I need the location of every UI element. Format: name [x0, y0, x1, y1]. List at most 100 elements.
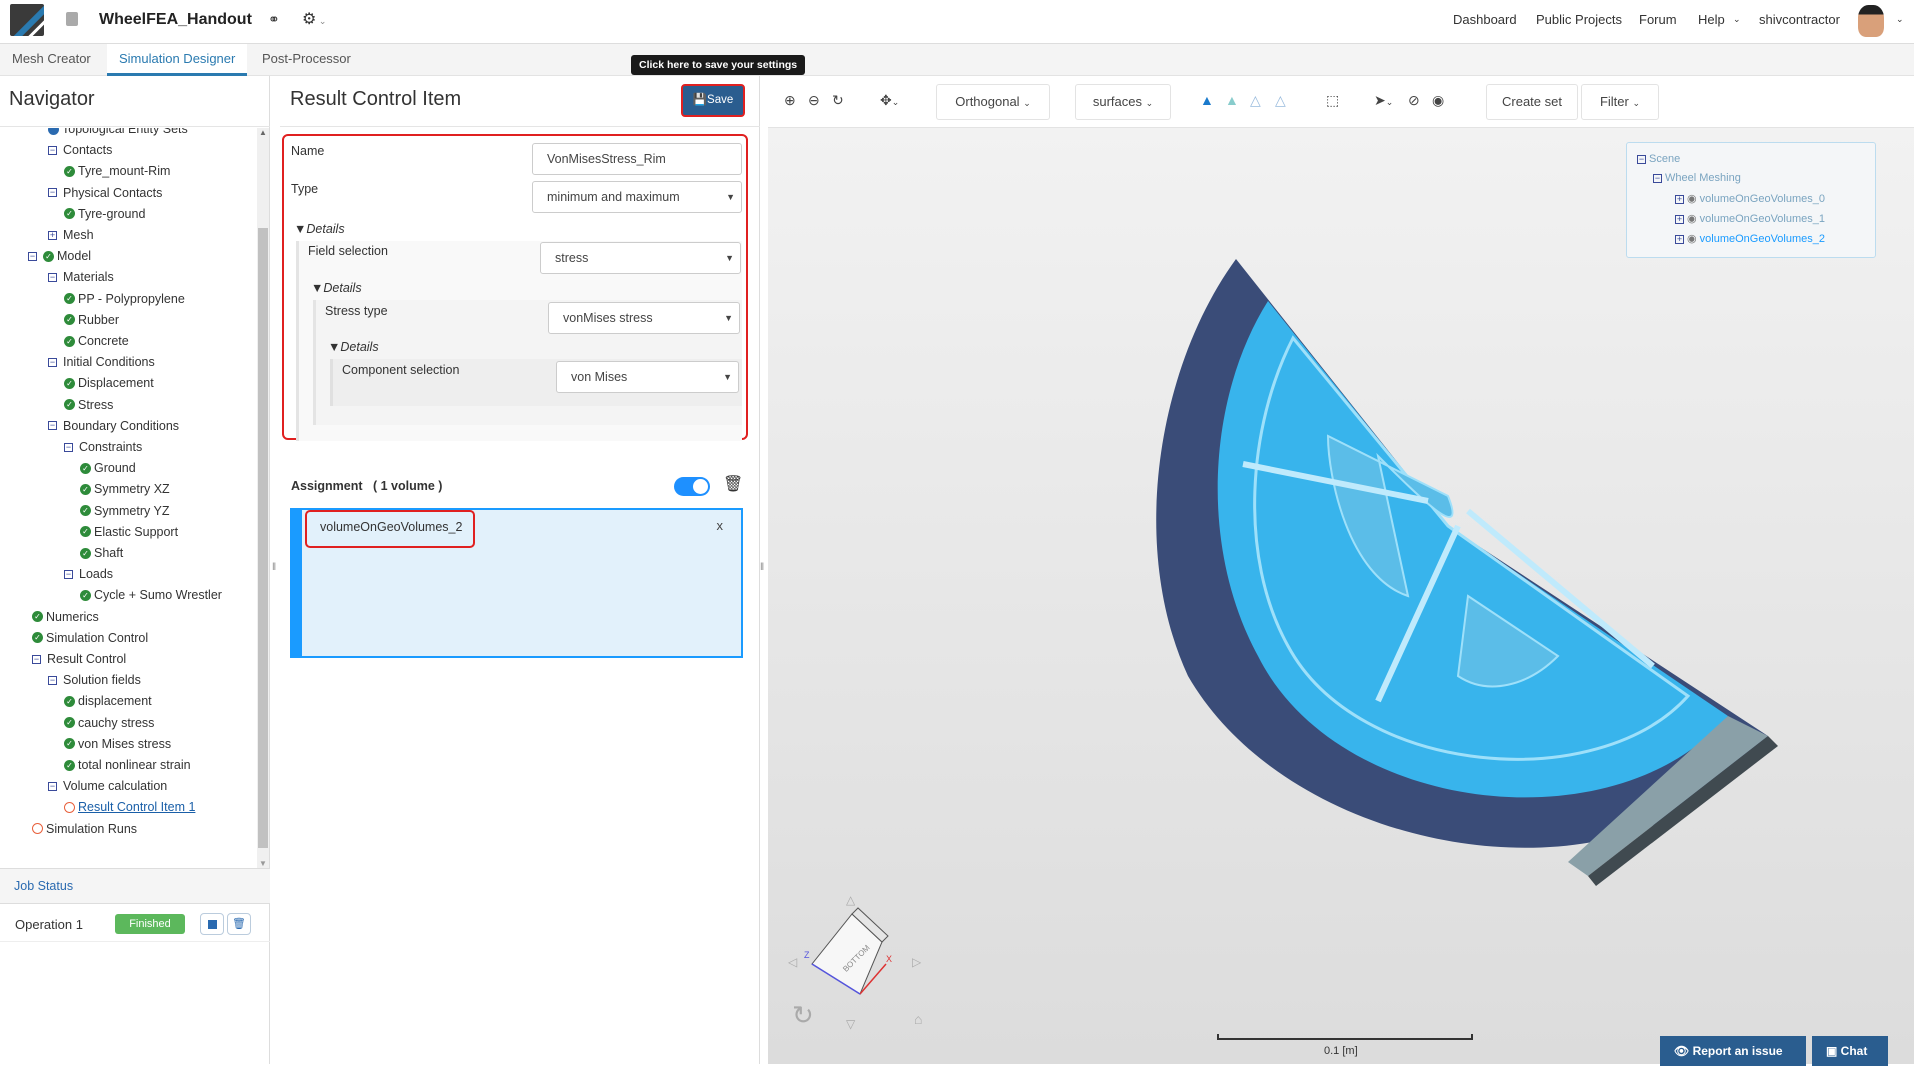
- tree-item-materials[interactable]: − Materials: [48, 270, 114, 284]
- box-select-icon[interactable]: ⬚: [1326, 92, 1339, 109]
- collapse-icon[interactable]: −: [48, 781, 57, 791]
- clear-assignment-trash-icon[interactable]: 🗑: [723, 474, 743, 494]
- scroll-down-icon[interactable]: ▼: [257, 859, 269, 868]
- tree-item-mesh[interactable]: + Mesh: [48, 228, 94, 242]
- tree-item-von-mises-stress[interactable]: ✓ von Mises stress: [64, 737, 171, 751]
- tree-item-tyre-ground[interactable]: ✓ Tyre-ground: [64, 207, 145, 221]
- name-input[interactable]: [532, 143, 742, 175]
- tab-simulation-designer[interactable]: Simulation Designer: [107, 44, 248, 76]
- tab-post-processor[interactable]: Post-Processor: [250, 44, 363, 76]
- stress-type-select[interactable]: vonMises stress ▼: [548, 302, 740, 334]
- username[interactable]: shivcontractor: [1759, 12, 1840, 27]
- wireframe-view-icon[interactable]: △: [1250, 92, 1261, 109]
- tree-item-ground[interactable]: ✓ Ground: [80, 461, 136, 475]
- collapse-icon[interactable]: −: [48, 145, 57, 155]
- details-toggle-2[interactable]: ▼Details: [311, 281, 362, 295]
- solid-view-icon[interactable]: ▲: [1200, 92, 1214, 108]
- tree-item-contacts[interactable]: − Contacts: [48, 143, 112, 157]
- tree-item-cycle-sumo-wrestler[interactable]: ✓ Cycle + Sumo Wrestler: [80, 588, 222, 602]
- show-icon[interactable]: ◉: [1432, 92, 1444, 109]
- panel-resize-handle[interactable]: ‖: [272, 562, 276, 573]
- tree-item-loads[interactable]: − Loads: [64, 567, 113, 581]
- nav-public-projects[interactable]: Public Projects: [1536, 12, 1622, 27]
- app-logo[interactable]: [10, 4, 44, 36]
- collapse-icon[interactable]: −: [48, 272, 57, 282]
- tree-item-tyre-mount-rim[interactable]: ✓ Tyre_mount-Rim: [64, 164, 170, 178]
- nav-dashboard[interactable]: Dashboard: [1453, 12, 1517, 27]
- tree-item-concrete[interactable]: ✓ Concrete: [64, 334, 129, 348]
- tree-item-simulation-control[interactable]: ✓ Simulation Control: [32, 631, 148, 645]
- collapse-icon[interactable]: −: [48, 421, 57, 431]
- scene-volume-1[interactable]: + ◉ volumeOnGeoVolumes_1: [1675, 212, 1825, 225]
- user-menu-chevron-icon[interactable]: ⌄: [1896, 14, 1904, 25]
- collapse-icon[interactable]: −: [64, 569, 73, 579]
- tree-item-shaft[interactable]: ✓ Shaft: [80, 546, 123, 560]
- tree-item-boundary-conditions[interactable]: − Boundary Conditions: [48, 419, 179, 433]
- details-toggle[interactable]: ▼Details: [294, 222, 345, 236]
- scene-volume-2[interactable]: + ◉ volumeOnGeoVolumes_2: [1675, 232, 1825, 245]
- pan-move-icon[interactable]: ✥⌄: [880, 92, 899, 109]
- panel-resize-handle-2[interactable]: ‖: [760, 562, 764, 573]
- tree-item-elastic-support[interactable]: ✓ Elastic Support: [80, 525, 178, 539]
- tree-item-topological-entity-sets[interactable]: Topological Entity Sets: [48, 128, 188, 136]
- scroll-up-icon[interactable]: ▲: [257, 128, 269, 137]
- orientation-cube[interactable]: X Z BOTTOM △ ▽ ◁ ▷ ⌂ ↻: [782, 894, 962, 1054]
- field-selection-select[interactable]: stress ▼: [540, 242, 741, 274]
- tree-item-result-control[interactable]: − Result Control: [32, 652, 126, 666]
- collapse-icon[interactable]: −: [32, 654, 41, 664]
- tree-item-volume-calculation[interactable]: − Volume calculation: [48, 779, 167, 793]
- scene-root[interactable]: − Scene: [1637, 153, 1680, 165]
- avatar[interactable]: [1858, 5, 1884, 37]
- tree-item-result-control-item-1[interactable]: Result Control Item 1: [64, 800, 195, 814]
- delete-job-button[interactable]: 🗑: [227, 913, 251, 935]
- collapse-icon[interactable]: −: [48, 188, 57, 198]
- collapse-icon[interactable]: −: [64, 442, 73, 452]
- details-toggle-3[interactable]: ▼Details: [328, 340, 379, 354]
- tree-item-displacement[interactable]: ✓ Displacement: [64, 376, 154, 390]
- tab-mesh-creator[interactable]: Mesh Creator: [0, 44, 103, 76]
- tree-item-solution-fields[interactable]: − Solution fields: [48, 673, 141, 687]
- tree-item-simulation-runs[interactable]: Simulation Runs: [32, 822, 137, 836]
- remove-volume-button[interactable]: x: [717, 518, 724, 533]
- tree-item-stress[interactable]: ✓ Stress: [64, 398, 113, 412]
- tree-item-displacement[interactable]: ✓ displacement: [64, 694, 152, 708]
- hide-icon[interactable]: ⊘: [1408, 92, 1420, 109]
- projection-dropdown[interactable]: Orthogonal ⌄: [936, 84, 1050, 120]
- collapse-icon[interactable]: −: [28, 251, 37, 261]
- help-chevron-icon[interactable]: ⌄: [1733, 14, 1741, 25]
- nav-forum[interactable]: Forum: [1639, 12, 1677, 27]
- pointer-select-icon[interactable]: ➤⌄: [1374, 92, 1393, 109]
- tree-item-total-nonlinear-strain[interactable]: ✓ total nonlinear strain: [64, 758, 191, 772]
- transparent-view-icon[interactable]: ▲: [1225, 92, 1239, 108]
- scrollbar-thumb[interactable]: [258, 228, 268, 848]
- 3d-viewer[interactable]: − Scene − Wheel Meshing + ◉ volumeOnGeoVolu…: [768, 76, 1914, 1066]
- tree-item-symmetry-xz[interactable]: ✓ Symmetry XZ: [80, 482, 170, 496]
- expand-icon[interactable]: +: [48, 230, 57, 240]
- chat-button[interactable]: ▣ Chat: [1812, 1036, 1888, 1066]
- assignment-list[interactable]: volumeOnGeoVolumes_2 x: [290, 508, 743, 658]
- tree-item-rubber[interactable]: ✓ Rubber: [64, 313, 119, 327]
- tree-item-model[interactable]: − ✓ Model: [28, 249, 91, 263]
- navigator-scrollbar[interactable]: ▲ ▼: [257, 128, 269, 868]
- filter-dropdown[interactable]: Filter ⌄: [1581, 84, 1659, 120]
- tree-item-symmetry-yz[interactable]: ✓ Symmetry YZ: [80, 504, 169, 518]
- tree-item-pp-polypropylene[interactable]: ✓ PP - Polypropylene: [64, 292, 185, 306]
- assignment-toggle[interactable]: [674, 477, 710, 496]
- scene-wheel-meshing[interactable]: − Wheel Meshing: [1653, 172, 1741, 184]
- report-issue-button[interactable]: 👁 Report an issue: [1660, 1036, 1806, 1066]
- settings-gear-icon[interactable]: ⚙ ⌄: [302, 9, 326, 29]
- zoom-out-icon[interactable]: ⊖: [808, 92, 820, 109]
- zoom-in-icon[interactable]: ⊕: [784, 92, 796, 109]
- tree-item-physical-contacts[interactable]: − Physical Contacts: [48, 186, 162, 200]
- collapse-icon[interactable]: −: [48, 357, 57, 367]
- tree-item-initial-conditions[interactable]: − Initial Conditions: [48, 355, 155, 369]
- scene-volume-0[interactable]: + ◉ volumeOnGeoVolumes_0: [1675, 192, 1825, 205]
- reset-view-icon[interactable]: ↻: [832, 92, 844, 109]
- tree-item-constraints[interactable]: − Constraints: [64, 440, 142, 454]
- type-select[interactable]: minimum and maximum ▼: [532, 181, 742, 213]
- nav-help[interactable]: Help: [1698, 12, 1725, 27]
- stop-button[interactable]: [200, 913, 224, 935]
- render-mode-dropdown[interactable]: surfaces ⌄: [1075, 84, 1171, 120]
- tree-item-cauchy-stress[interactable]: ✓ cauchy stress: [64, 716, 154, 730]
- save-button[interactable]: 💾Save: [681, 84, 745, 117]
